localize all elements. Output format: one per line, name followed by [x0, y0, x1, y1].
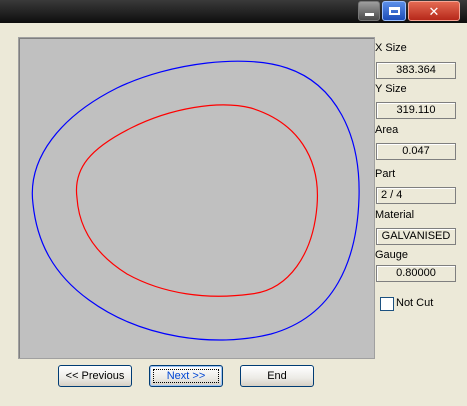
x-size-label: X Size [375, 42, 407, 54]
part-value: 2 / 4 [376, 187, 456, 204]
outer-profile [31, 60, 360, 341]
x-size-value: 383.364 [376, 62, 456, 79]
gauge-label: Gauge [375, 249, 409, 261]
material-value: GALVANISED [376, 228, 456, 245]
next-button[interactable]: Next >> [149, 365, 223, 387]
material-label: Material [375, 209, 415, 221]
maximize-icon [388, 7, 400, 15]
next-button-label: Next >> [166, 370, 206, 382]
previous-button[interactable]: << Previous [58, 365, 132, 387]
not-cut-checkbox[interactable] [380, 297, 394, 311]
end-button[interactable]: End [240, 365, 314, 387]
close-button[interactable]: ✕ [408, 1, 460, 21]
part-preview-drawing [31, 60, 360, 341]
part-label: Part [375, 168, 396, 180]
part-preview [18, 37, 375, 359]
close-icon: ✕ [428, 3, 440, 19]
not-cut-label[interactable]: Not Cut [396, 297, 433, 309]
part-viewer-window: ✕ X Size 383.364 Y Size 319.110 Area 0.0… [0, 0, 467, 406]
minimize-icon [364, 12, 374, 16]
client-area: X Size 383.364 Y Size 319.110 Area 0.047… [4, 29, 462, 399]
y-size-value: 319.110 [376, 102, 456, 119]
y-size-label: Y Size [375, 83, 407, 95]
area-label: Area [375, 124, 399, 136]
gauge-value: 0.80000 [376, 265, 456, 282]
inner-profile [75, 104, 319, 297]
title-bar: ✕ [0, 0, 467, 23]
minimize-button[interactable] [358, 1, 380, 21]
area-value: 0.047 [376, 143, 456, 160]
maximize-button[interactable] [382, 1, 406, 21]
